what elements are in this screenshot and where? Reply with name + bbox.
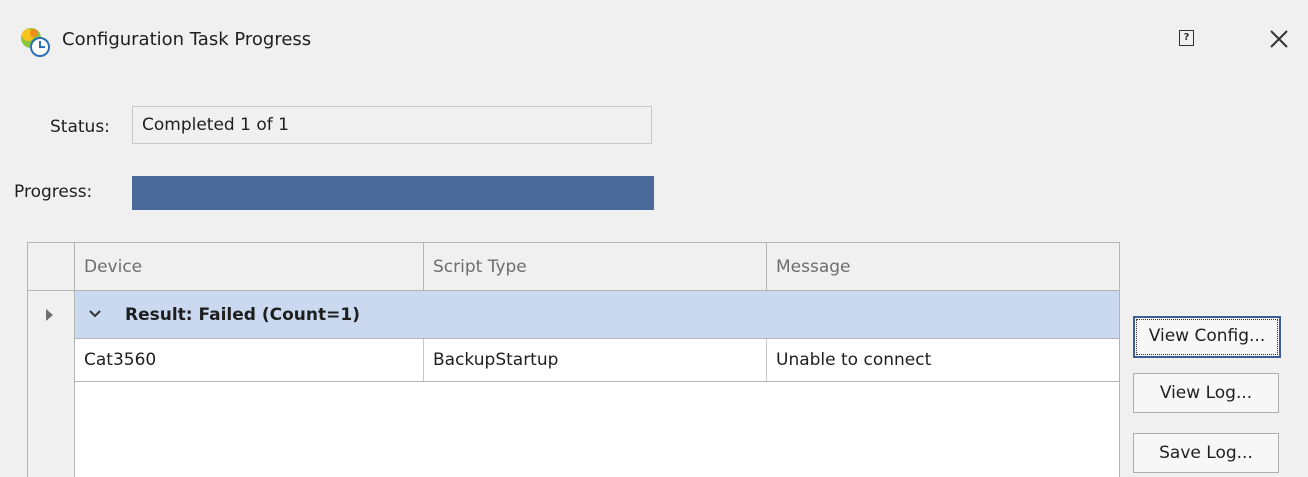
- status-field: Completed 1 of 1: [132, 106, 652, 144]
- view-config-button[interactable]: View Config...: [1133, 316, 1281, 358]
- grid-header-indicator: [28, 243, 75, 291]
- cell-message[interactable]: Unable to connect: [767, 339, 1119, 381]
- chevron-down-icon[interactable]: [87, 306, 103, 322]
- group-row-label: Result: Failed (Count=1): [125, 305, 360, 325]
- row-indicator-arrow-icon: [46, 309, 53, 321]
- column-header-message[interactable]: Message: [767, 243, 1119, 291]
- group-row-failed[interactable]: Result: Failed (Count=1): [75, 291, 1119, 339]
- help-icon[interactable]: ?: [1179, 30, 1194, 46]
- results-grid: Device Script Type Message Result: Faile…: [27, 242, 1120, 477]
- progress-bar-fill: [132, 176, 654, 210]
- configuration-task-progress-dialog: Configuration Task Progress ? Status: Co…: [0, 0, 1308, 477]
- column-header-script-type[interactable]: Script Type: [424, 243, 767, 291]
- table-row[interactable]: Cat3560 BackupStartup Unable to connect: [75, 339, 1119, 382]
- close-icon[interactable]: [1262, 18, 1296, 60]
- cell-device[interactable]: Cat3560: [75, 339, 424, 381]
- window-title: Configuration Task Progress: [62, 29, 312, 50]
- row-indicator-column: [28, 291, 75, 477]
- column-header-device[interactable]: Device: [75, 243, 424, 291]
- progress-label: Progress:: [14, 182, 93, 202]
- progress-bar: [132, 176, 654, 210]
- cell-script-type[interactable]: BackupStartup: [424, 339, 767, 381]
- app-icon: [21, 28, 50, 57]
- view-log-button[interactable]: View Log...: [1133, 373, 1279, 413]
- save-log-button[interactable]: Save Log...: [1133, 433, 1279, 473]
- status-label: Status:: [50, 117, 110, 137]
